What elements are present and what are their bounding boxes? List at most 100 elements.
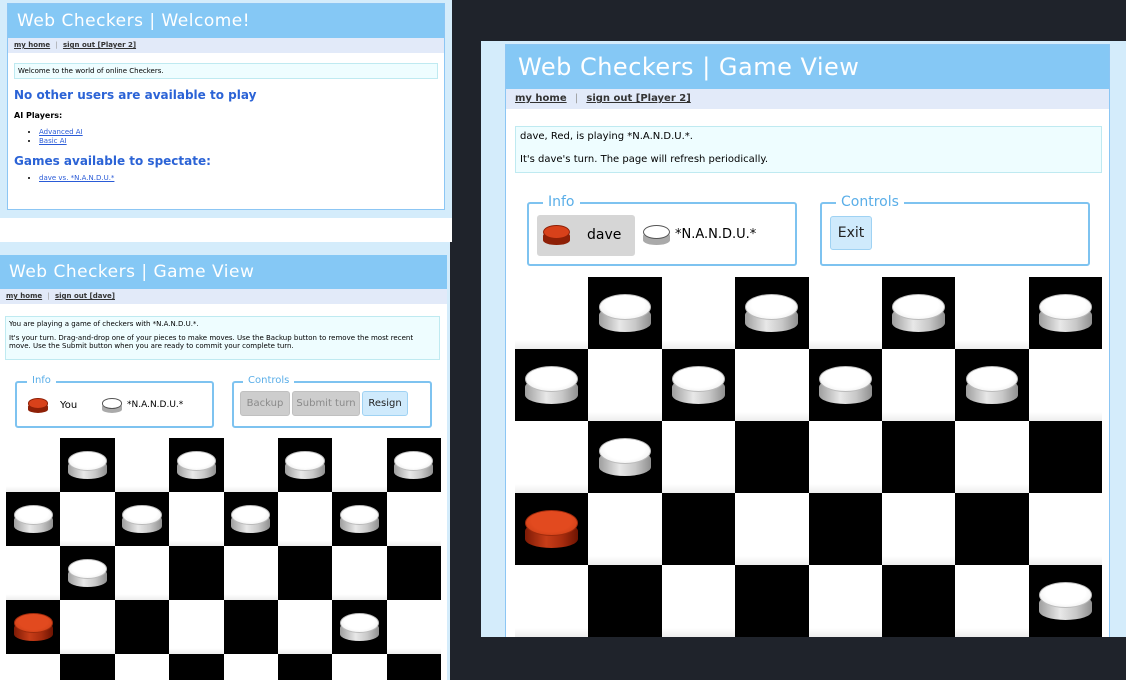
board-square[interactable] bbox=[386, 546, 441, 600]
board-square[interactable] bbox=[1028, 565, 1102, 637]
my-home-link[interactable]: my home bbox=[515, 93, 567, 104]
white-checker-piece-icon[interactable] bbox=[285, 450, 325, 480]
ai-player-basic-link[interactable]: Basic AI bbox=[39, 137, 67, 145]
board-square[interactable] bbox=[661, 421, 736, 493]
board-square[interactable] bbox=[223, 546, 279, 600]
exit-button[interactable]: Exit bbox=[830, 216, 872, 250]
board-square[interactable] bbox=[277, 438, 333, 492]
board-square[interactable] bbox=[277, 492, 333, 546]
board-square[interactable] bbox=[881, 421, 956, 493]
sign-out-link[interactable]: sign out [Player 2] bbox=[63, 41, 136, 49]
board-square[interactable] bbox=[60, 654, 115, 680]
board-square[interactable] bbox=[588, 421, 662, 493]
board-square[interactable] bbox=[277, 546, 333, 600]
board-square[interactable] bbox=[735, 565, 809, 637]
board-square[interactable] bbox=[6, 492, 61, 546]
board-square[interactable] bbox=[60, 492, 116, 546]
board-square[interactable] bbox=[332, 600, 387, 654]
board-square[interactable] bbox=[169, 492, 224, 546]
white-checker-piece-icon[interactable] bbox=[598, 438, 652, 476]
board-square[interactable] bbox=[114, 546, 170, 600]
my-home-link[interactable]: my home bbox=[6, 292, 42, 300]
board-square[interactable] bbox=[277, 600, 333, 654]
board-square[interactable] bbox=[955, 421, 1030, 493]
board-square[interactable] bbox=[515, 277, 589, 349]
sign-out-link[interactable]: sign out [dave] bbox=[55, 292, 115, 300]
board-square[interactable] bbox=[881, 493, 956, 565]
white-checker-piece-icon[interactable] bbox=[231, 504, 271, 534]
board-square[interactable] bbox=[661, 493, 736, 565]
board-square[interactable] bbox=[169, 438, 224, 492]
white-checker-piece-icon[interactable] bbox=[525, 366, 579, 404]
board-square[interactable] bbox=[955, 349, 1029, 421]
board-square[interactable] bbox=[735, 493, 809, 565]
red-checker-piece-icon[interactable] bbox=[13, 612, 53, 642]
board-square[interactable] bbox=[515, 421, 589, 493]
white-checker-piece-icon[interactable] bbox=[892, 294, 945, 332]
board-square[interactable] bbox=[735, 421, 809, 493]
board-square[interactable] bbox=[881, 277, 956, 349]
sign-out-link[interactable]: sign out [Player 2] bbox=[586, 93, 690, 104]
board-square[interactable] bbox=[6, 600, 61, 654]
white-checker-piece-icon[interactable] bbox=[965, 366, 1019, 404]
board-square[interactable] bbox=[515, 493, 589, 565]
board-square[interactable] bbox=[169, 600, 224, 654]
board-square[interactable] bbox=[881, 349, 956, 421]
board-square[interactable] bbox=[588, 493, 663, 565]
board-square[interactable] bbox=[955, 493, 1029, 565]
board-square[interactable] bbox=[223, 492, 278, 546]
board-square[interactable] bbox=[169, 654, 224, 680]
white-checker-piece-icon[interactable] bbox=[598, 294, 652, 332]
board-square[interactable] bbox=[386, 438, 441, 492]
board-square[interactable] bbox=[223, 438, 279, 492]
board-square[interactable] bbox=[1028, 493, 1103, 565]
red-checker-piece-icon[interactable] bbox=[525, 510, 579, 548]
white-checker-piece-icon[interactable] bbox=[1038, 582, 1092, 620]
board-square[interactable] bbox=[386, 492, 442, 546]
board-square[interactable] bbox=[114, 438, 170, 492]
board-square[interactable] bbox=[1028, 421, 1102, 493]
white-checker-piece-icon[interactable] bbox=[67, 450, 108, 480]
my-home-link[interactable]: my home bbox=[14, 41, 50, 49]
board-square[interactable] bbox=[588, 277, 662, 349]
white-checker-piece-icon[interactable] bbox=[394, 450, 434, 480]
white-checker-piece-icon[interactable] bbox=[818, 366, 872, 404]
white-checker-piece-icon[interactable] bbox=[672, 366, 725, 404]
board-square[interactable] bbox=[515, 349, 589, 421]
board-square[interactable] bbox=[808, 277, 883, 349]
board-square[interactable] bbox=[808, 565, 883, 637]
board-square[interactable] bbox=[808, 349, 882, 421]
board-square[interactable] bbox=[332, 546, 388, 600]
resign-button[interactable]: Resign bbox=[362, 391, 408, 416]
backup-button[interactable]: Backup bbox=[240, 391, 290, 416]
board-square[interactable] bbox=[955, 277, 1030, 349]
board-square[interactable] bbox=[223, 654, 278, 680]
white-checker-piece-icon[interactable] bbox=[176, 450, 216, 480]
ai-player-advanced-link[interactable]: Advanced AI bbox=[39, 128, 83, 136]
board-square[interactable] bbox=[332, 438, 388, 492]
white-checker-piece-icon[interactable] bbox=[67, 558, 108, 588]
board-square[interactable] bbox=[386, 600, 442, 654]
board-square[interactable] bbox=[6, 546, 61, 600]
board-square[interactable] bbox=[661, 349, 736, 421]
white-checker-piece-icon[interactable] bbox=[745, 294, 799, 332]
board-square[interactable] bbox=[60, 600, 116, 654]
board-square[interactable] bbox=[661, 565, 736, 637]
board-square[interactable] bbox=[588, 349, 663, 421]
board-square[interactable] bbox=[588, 565, 662, 637]
submit-turn-button[interactable]: Submit turn bbox=[292, 391, 360, 416]
board-square[interactable] bbox=[114, 600, 170, 654]
white-checker-piece-icon[interactable] bbox=[122, 504, 162, 534]
board-square[interactable] bbox=[332, 654, 387, 680]
white-checker-piece-icon[interactable] bbox=[1038, 294, 1092, 332]
board-square[interactable] bbox=[735, 277, 809, 349]
white-checker-piece-icon[interactable] bbox=[339, 504, 379, 534]
board-square[interactable] bbox=[6, 654, 61, 680]
white-checker-piece-icon[interactable] bbox=[339, 612, 379, 642]
board-square[interactable] bbox=[881, 565, 956, 637]
board-square[interactable] bbox=[1028, 277, 1102, 349]
board-square[interactable] bbox=[808, 421, 883, 493]
board-square[interactable] bbox=[735, 349, 809, 421]
board-square[interactable] bbox=[114, 492, 170, 546]
board-square[interactable] bbox=[6, 438, 61, 492]
